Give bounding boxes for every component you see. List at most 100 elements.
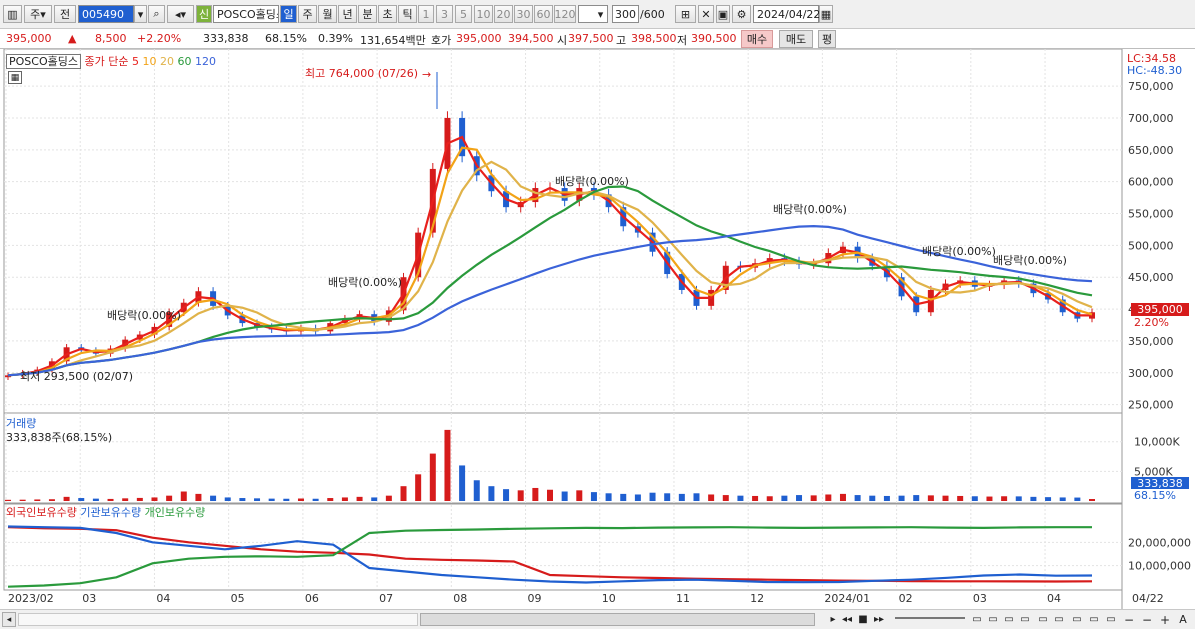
compare-icon[interactable]: ⊞ [675,5,696,23]
price-ytick-label: 700,000 [1128,112,1174,125]
font-size-icon[interactable]: A [1176,612,1190,627]
period-day[interactable]: 일 [280,5,297,23]
count-input[interactable]: 300 [612,5,639,23]
volume-value-label: 333,838주(68.15%) [6,431,113,444]
layout-icon-2[interactable]: ▭ [986,612,1000,627]
table-toggle-icon[interactable]: ▦ [8,71,22,84]
volume-bar [722,495,729,501]
search-icon[interactable]: ⌕ [148,5,165,23]
volume-panel-frame [3,412,1123,504]
quote-bar: 395,000 ▲ 8,500 +2.20% 333,838 68.15% 0.… [0,29,1195,49]
forward-icon[interactable]: ▸▸ [872,612,886,627]
price-ytick-label: 350,000 [1128,335,1174,348]
foreign-hold-line [7,526,1093,583]
minus-icon[interactable]: − [1122,612,1136,627]
volume-bar [839,493,846,501]
scroll-right-icon[interactable]: ▸ [826,612,840,627]
chart-menu-icon[interactable]: ▥ [3,5,22,23]
layout-icon-4[interactable]: ▭ [1018,612,1032,627]
scroll-track[interactable] [18,613,418,626]
period-week[interactable]: 주 [298,5,317,23]
interval-20[interactable]: 20 [494,5,513,23]
interval-120[interactable]: 120 [554,5,576,23]
credit-badge[interactable]: 신 [196,5,212,23]
stock-code-input[interactable]: 005490 [78,5,134,23]
period-tick[interactable]: 틱 [398,5,417,23]
volume-bar [737,495,744,501]
interval-3[interactable]: 3 [436,5,453,23]
volume-bar [312,498,319,501]
stop-icon[interactable]: ■ [856,612,870,627]
mode-button-jeon[interactable]: 전 [54,5,76,23]
sell-button[interactable]: 매도 [779,30,813,48]
volume-bar [547,489,553,501]
layout-icon-3[interactable]: ▭ [1002,612,1016,627]
period-second[interactable]: 초 [378,5,397,23]
interval-10[interactable]: 10 [474,5,493,23]
volume-bar [971,496,978,501]
sound-icon[interactable]: ◂▾ [167,5,194,23]
zoom-out-icon[interactable]: − [1140,612,1154,627]
interval-1[interactable]: 1 [418,5,434,23]
legend-ma120: 120 [194,55,216,68]
chart-canvas[interactable]: 750,000 700,000 650,000 600,000 550,000 500,0… [0,48,1195,615]
layout-icon-1[interactable]: ▭ [970,612,984,627]
scroll-left-icon[interactable]: ◂ [2,612,16,627]
balance-button[interactable]: 평 [818,30,836,48]
price-legend: POSCO홀딩스 종가 단순 5 10 20 60 120 [6,53,216,69]
calendar-icon[interactable]: ▦ [819,5,833,23]
volume-current-tag: 333,838 [1131,477,1189,490]
volume-bar [1030,496,1037,501]
layout-icon-9[interactable]: ▭ [1104,612,1118,627]
xaxis-tick-label: 04 [1047,592,1061,605]
period-minute[interactable]: 분 [358,5,377,23]
xaxis-tick-label: 2023/02 [8,592,54,605]
crosshair-icon[interactable]: ✕ [698,5,714,23]
layout-icon-5[interactable]: ▭ [1036,612,1050,627]
period-year[interactable]: 년 [338,5,357,23]
chart-area[interactable]: 750,000 700,000 650,000 600,000 550,000 500,0… [0,48,1195,615]
volume-ratio: 68.15% [265,32,307,45]
layout-icon-8[interactable]: ▭ [1087,612,1101,627]
interval-30[interactable]: 30 [514,5,533,23]
layout-icon-7[interactable]: ▭ [1070,612,1084,627]
volume-value: 333,838 [203,32,249,45]
dividend-annotation-3: 배당락(0.00%) [555,175,629,188]
scroll-bar: ◂ ▸ ◂◂ ■ ▸▸ ▭ ▭ ▭ ▭ ▭ ▭ ▭ ▭ ▭ − − + A [0,609,1195,629]
volume-bar [986,496,993,501]
open-label: 시 [557,34,568,47]
custom-interval-dropdown-icon[interactable]: ▾ [594,5,607,23]
scroll-thumb[interactable] [420,613,815,626]
volume-ytick-label: 10,000K [1134,436,1180,449]
zoom-slider[interactable] [895,617,965,619]
price-change: 8,500 [95,32,127,45]
xaxis-tick-label: 04/22 [1132,592,1164,605]
low-label: 저 [677,34,688,47]
legend-individual: 개인보유수량 [144,506,206,519]
main-toolbar: ▥ 주▾ 전 005490 ▾ ⌕ ◂▾ 신 POSCO홀딩스 일 주 월 년 … [0,0,1195,29]
code-dropdown-icon[interactable]: ▾ [134,5,147,23]
xaxis-tick-label: 07 [379,592,393,605]
period-month[interactable]: 월 [318,5,337,23]
interval-5[interactable]: 5 [455,5,472,23]
max-marker-arrow: → [422,68,431,81]
dividend-annotation-2: 배당락(0.00%) [328,276,402,289]
mode-button-ju[interactable]: 주 ▾ [24,5,52,23]
rewind-icon[interactable]: ◂◂ [840,612,854,627]
volume-bar [34,499,41,501]
interval-60[interactable]: 60 [534,5,553,23]
volume-bar [1074,497,1081,501]
volume-bar [649,492,656,501]
stock-name-field[interactable]: POSCO홀딩스 [213,5,279,23]
layout-icon-6[interactable]: ▭ [1052,612,1066,627]
xaxis-tick-label: 09 [528,592,542,605]
date-input[interactable]: 2024/04/22 [753,5,820,23]
zoom-in-icon[interactable]: + [1158,612,1172,627]
xaxis-tick-label: 2024/01 [824,592,870,605]
dividend-annotation-1: 배당락(0.00%) [107,309,181,322]
save-icon[interactable]: ▣ [716,5,730,23]
volume-bar [268,498,275,501]
settings-gear-icon[interactable]: ⚙ [732,5,751,23]
trade-amount: 131,654백만 [360,34,426,47]
buy-button[interactable]: 매수 [741,30,773,48]
